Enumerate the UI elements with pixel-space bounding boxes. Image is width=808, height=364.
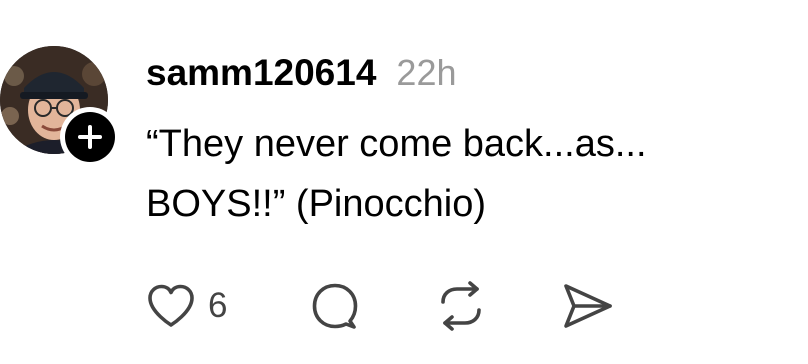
like-count: 6 — [208, 286, 228, 325]
heart-icon — [148, 284, 194, 327]
share-button[interactable] — [562, 280, 614, 332]
plus-icon — [78, 125, 102, 149]
send-icon — [564, 284, 612, 328]
follow-button[interactable] — [60, 107, 120, 167]
repost-button[interactable] — [434, 280, 488, 332]
like-button[interactable]: 6 — [146, 280, 227, 332]
username[interactable]: samm120614 — [146, 52, 376, 94]
post-header: samm120614 22h — [146, 52, 457, 96]
reply-button[interactable] — [310, 280, 360, 332]
avatar-container — [0, 46, 120, 167]
post-time: 22h — [396, 52, 457, 93]
thread-post: samm120614 22h “They never come back...a… — [0, 0, 808, 364]
speech-bubble-icon — [312, 283, 358, 329]
post-text-line: “They never come back...as... — [146, 123, 647, 165]
post-text: “They never come back...as... BOYS!!” (P… — [146, 114, 786, 234]
action-bar: 6 — [146, 280, 646, 332]
follow-badge-circle — [65, 112, 115, 162]
post-text-line: BOYS!!” (Pinocchio) — [146, 183, 486, 225]
repost-arrows-icon — [441, 281, 481, 331]
